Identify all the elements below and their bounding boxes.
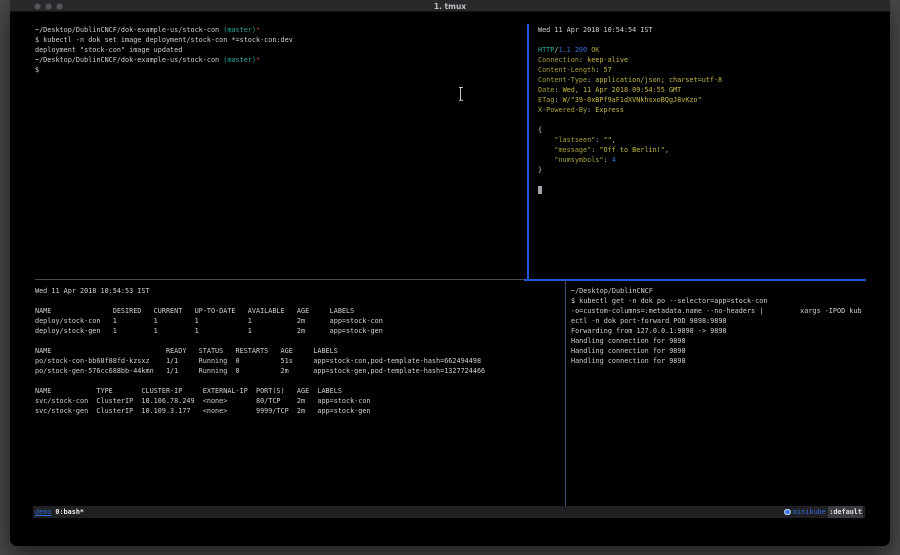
terminal-text-segment: "message" (538, 146, 591, 154)
terminal-line: Content-Type: application/json; charset=… (538, 75, 868, 85)
terminal-line: ectl -n dok port-forward POD 9898:9898 (571, 316, 890, 326)
terminal-text-segment: Date (538, 86, 554, 94)
terminal-text-segment: ETag (538, 96, 554, 104)
window-title: 1. tmux (10, 2, 890, 11)
terminal-text-segment: "Off to Berlin!" (599, 146, 664, 154)
terminal-line: } (538, 165, 868, 175)
terminal-line: "lastseen": "", (538, 135, 868, 145)
terminal-line (35, 296, 563, 306)
terminal-text-segment: Content-Type (538, 76, 587, 84)
terminal-block-cursor (538, 186, 542, 194)
terminal-line: deployment "stock-con" image updated (35, 45, 527, 55)
terminal-line: Date: Wed, 11 Apr 2018 09:54:55 GMT (538, 85, 868, 95)
terminal-line: ~/Desktop/DublinCNCF/dok-example-us/stoc… (35, 55, 527, 65)
terminal-line: X-Powered-By: Express (538, 105, 868, 115)
terminal-line: Wed 11 Apr 2018 10:54:53 IST (35, 286, 563, 296)
pane-http-response[interactable]: Wed 11 Apr 2018 10:54:54 IST HTTP/1.1 200… (538, 25, 868, 275)
terminal-text-segment: keep-alive (587, 56, 628, 64)
pane-port-forward-log[interactable]: ~/Desktop/DublinCNCF$ kubectl get -n dok… (571, 286, 890, 502)
terminal-line: po/stock-con-bb68f88fd-kzsxz 1/1 Running… (35, 356, 563, 366)
terminal-text-segment: ~/Desktop/DublinCNCF/dok-example-us/stoc… (35, 56, 223, 64)
terminal-text-segment: ~/Desktop/DublinCNCF/dok-example-us/stoc… (35, 26, 223, 34)
kube-context-label: minikube (793, 506, 826, 518)
terminal-line: Handling connection for 9898 (571, 336, 890, 346)
terminal-line: Handling connection for 9898 (571, 356, 890, 366)
terminal-line: svc/stock-con ClusterIP 10.106.78.249 <n… (35, 396, 563, 406)
terminal-text-segment: (master) (223, 56, 256, 64)
terminal-line: Connection: keep-alive (538, 55, 868, 65)
kubernetes-helm-icon (784, 509, 791, 516)
tmux-status-bar: demo 0:bash* minikube :default (33, 506, 865, 518)
terminal-line: ~/Desktop/DublinCNCF (571, 286, 890, 296)
terminal-line (35, 376, 563, 386)
terminal-line: { (538, 125, 868, 135)
tmux-window-label[interactable]: 0:bash* (55, 506, 84, 518)
terminal-text-segment: OK (591, 46, 599, 54)
screen: 1. tmux ~/Desktop/DublinCNCF/dok-example… (0, 0, 900, 555)
terminal-line: NAME TYPE CLUSTER-IP EXTERNAL-IP PORT(S)… (35, 386, 563, 396)
terminal-text-segment: 1.1 200 (558, 46, 587, 54)
pane-border-horizontal-active[interactable] (524, 279, 866, 281)
terminal-text-segment: : (579, 56, 587, 64)
kube-namespace-label: :default (828, 506, 863, 518)
status-right: minikube :default (784, 506, 863, 518)
terminal-line: Content-Length: 57 (538, 65, 868, 75)
terminal-text-segment: 4 (612, 156, 616, 164)
pane-kubectl-get-watch[interactable]: Wed 11 Apr 2018 10:54:53 IST NAME DESIRED… (35, 286, 563, 502)
terminal-text-segment: "numsymbols" (538, 156, 603, 164)
terminal-text-segment: application/json; charset=utf-8 (595, 76, 722, 84)
terminal-line (538, 175, 868, 185)
terminal-line: $ kubectl -n dok set image deployment/st… (35, 35, 527, 45)
terminal-text-segment: X-Powered-By (538, 106, 587, 114)
terminal-line: $ (35, 65, 527, 75)
terminal-text-segment: HTTP (538, 46, 554, 54)
terminal-line: NAME READY STATUS RESTARTS AGE LABELS (35, 346, 563, 356)
terminal-line: "numsymbols": 4 (538, 155, 868, 165)
terminal-line: ETag: W/"39-0xBPf9aF1dXVNkhsxoBQgJ8vKzo" (538, 95, 868, 105)
terminal-text-segment: , (612, 136, 616, 144)
tmux-terminal: ~/Desktop/DublinCNCF/dok-example-us/stoc… (10, 12, 890, 546)
terminal-line: svc/stock-gen ClusterIP 10.109.3.177 <no… (35, 406, 563, 416)
terminal-text-segment: : (554, 96, 562, 104)
terminal-text-segment: (master) (223, 26, 256, 34)
terminal-line: Handling connection for 9898 (571, 346, 890, 356)
terminal-line (35, 336, 563, 346)
terminal-line: deploy/stock-con 1 1 1 1 2m app=stock-co… (35, 316, 563, 326)
terminal-line: deploy/stock-gen 1 1 1 1 2m app=stock-ge… (35, 326, 563, 336)
terminal-text-segment: , (665, 146, 669, 154)
terminal-line: Forwarding from 127.0.0.1:9898 -> 9898 (571, 326, 890, 336)
terminal-text-segment: W/"39-0xBPf9aF1dXVNkhsxoBQgJ8vKzo" (563, 96, 702, 104)
terminal-text-segment: Express (595, 106, 624, 114)
terminal-line: ~/Desktop/DublinCNCF/dok-example-us/stoc… (35, 25, 527, 35)
terminal-line: HTTP/1.1 200 OK (538, 45, 868, 55)
ibeam-mouse-cursor (458, 87, 463, 101)
terminal-line (538, 115, 868, 125)
pane-border-vertical-active[interactable] (527, 24, 529, 279)
terminal-line: -o=custom-columns=:metadata.name --no-he… (571, 306, 890, 316)
pane-border-horizontal-inactive[interactable] (35, 279, 524, 280)
status-left: demo 0:bash* (35, 506, 84, 518)
terminal-window: 1. tmux ~/Desktop/DublinCNCF/dok-example… (10, 0, 890, 546)
terminal-text-segment: Content-Length (538, 66, 595, 74)
terminal-text-segment: * (256, 26, 260, 34)
terminal-text-segment: "lastseen" (538, 136, 595, 144)
terminal-line: NAME DESIRED CURRENT UP-TO-DATE AVAILABL… (35, 306, 563, 316)
terminal-line: $ kubectl get -n dok po --selector=app=s… (571, 296, 890, 306)
terminal-text-segment: 57 (603, 66, 611, 74)
terminal-text-segment: "" (603, 136, 611, 144)
terminal-text-segment: Wed, 11 Apr 2018 09:54:55 GMT (563, 86, 682, 94)
terminal-text-segment: : (554, 86, 562, 94)
tmux-session-name[interactable]: demo (35, 506, 51, 518)
terminal-text-segment: : (603, 156, 611, 164)
terminal-text-segment: * (256, 56, 260, 64)
terminal-line: po/stock-gen-576cc688bb-44kmn 1/1 Runnin… (35, 366, 563, 376)
window-titlebar[interactable]: 1. tmux (10, 0, 890, 12)
pane-shell-kubectl-set-image[interactable]: ~/Desktop/DublinCNCF/dok-example-us/stoc… (35, 25, 527, 275)
terminal-line: Wed 11 Apr 2018 10:54:54 IST (538, 25, 868, 35)
terminal-line: "message": "Off to Berlin!", (538, 145, 868, 155)
terminal-text-segment: Connection (538, 56, 579, 64)
pane-border-vertical-inactive[interactable] (565, 280, 566, 506)
terminal-line (538, 35, 868, 45)
terminal-line (538, 185, 868, 195)
